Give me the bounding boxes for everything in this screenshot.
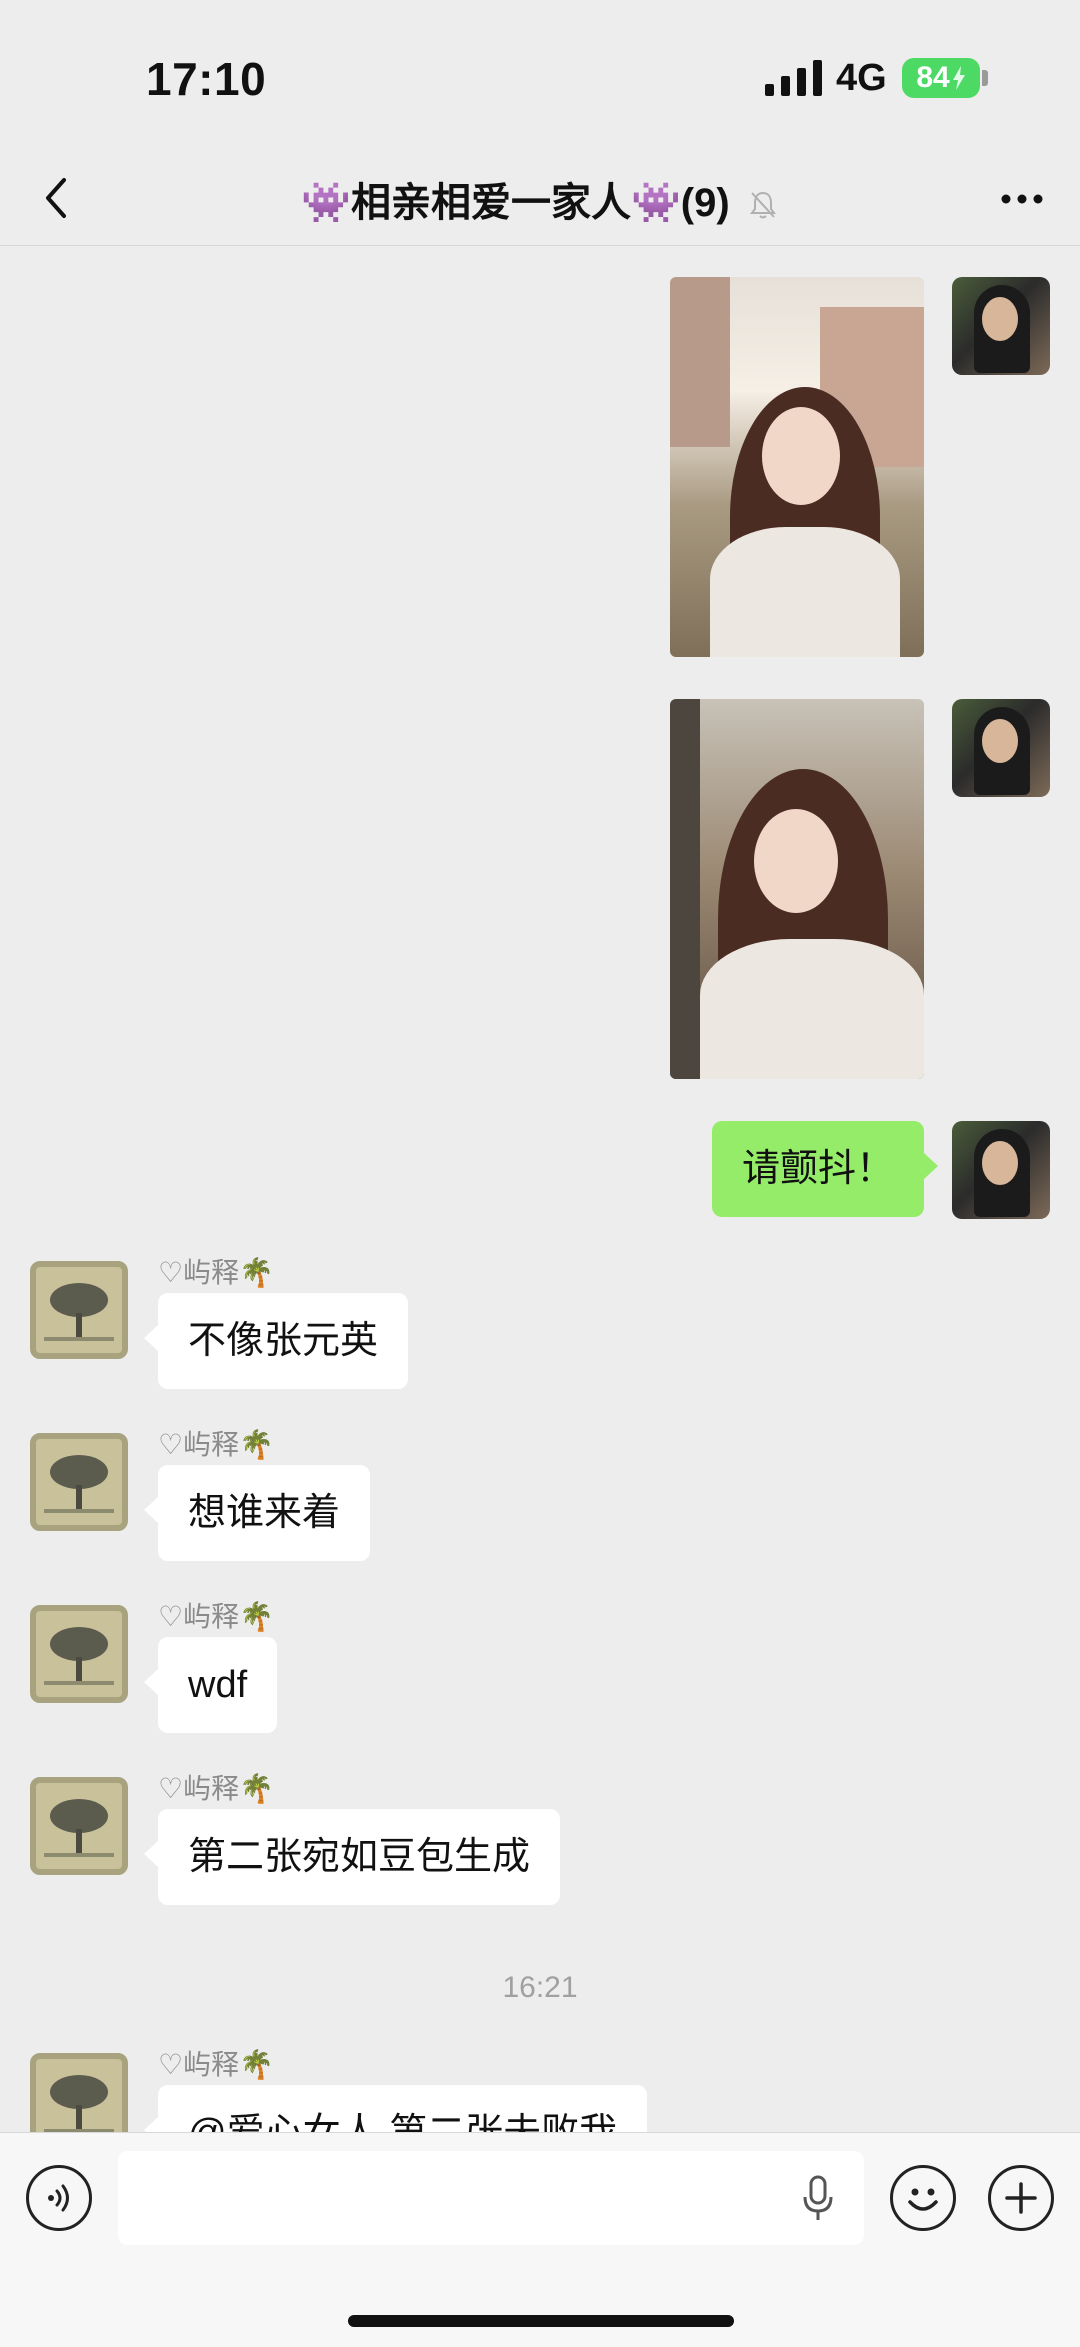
avatar[interactable] (952, 277, 1050, 375)
message-text: 想谁来着 (188, 1492, 341, 1534)
chat-title: 👾相亲相爱一家人👾(9) (301, 181, 730, 225)
charging-bolt-icon (952, 66, 965, 90)
chat-image[interactable] (670, 699, 924, 1079)
battery-level: 84 (916, 61, 950, 94)
home-indicator[interactable] (348, 2315, 734, 2327)
chat-image[interactable] (670, 277, 924, 657)
emoji-icon[interactable] (890, 2165, 956, 2231)
message-input[interactable] (118, 2151, 864, 2245)
chat-title-wrap: 👾相亲相爱一家人👾(9) (0, 170, 1080, 228)
voice-icon[interactable] (26, 2165, 92, 2231)
avatar[interactable] (30, 1261, 128, 1359)
network-type: 4G (836, 57, 887, 99)
avatar[interactable] (952, 699, 1050, 797)
bell-slash-icon (749, 192, 776, 219)
message-text: 第二张宛如豆包生成 (188, 1836, 531, 1878)
avatar[interactable] (30, 2053, 128, 2132)
message-bubble[interactable]: 请颤抖！ (711, 1121, 939, 1217)
avatar[interactable] (30, 1777, 128, 1875)
signal-icon (765, 60, 822, 96)
chat-messages[interactable]: 请颤抖！ ♡屿释🌴 不像张元英 ♡屿释🌴 想谁来着 ♡屿释🌴 wdf ♡屿释🌴 … (0, 247, 1080, 2132)
sender-name: ♡屿释🌴 (158, 2049, 274, 2080)
status-bar: 17:10 4G 84 (0, 0, 1080, 150)
plus-icon[interactable] (988, 2165, 1054, 2231)
sender-name: ♡屿释🌴 (158, 1429, 274, 1460)
battery-cap (982, 70, 988, 86)
message-bubble[interactable]: 想谁来着 (143, 1465, 371, 1561)
message-text: @爱心女人 第二张未败我 (188, 2112, 617, 2132)
avatar[interactable] (30, 1433, 128, 1531)
ellipsis-icon[interactable] (992, 174, 1052, 224)
message-bubble[interactable]: 不像张元英 (143, 1293, 409, 1389)
message-bubble[interactable]: 第二张宛如豆包生成 (143, 1809, 561, 1905)
microphone-icon[interactable] (800, 2175, 836, 2223)
status-time: 17:10 (146, 53, 267, 105)
message-bubble[interactable]: @爱心女人 第二张未败我 (143, 2085, 648, 2132)
message-text: wdf (188, 1664, 248, 1706)
sender-name: ♡屿释🌴 (158, 1773, 274, 1804)
message-text: 请颤抖！ (741, 1148, 894, 1190)
message-timestamp: 16:21 (502, 1971, 578, 2004)
sender-name: ♡屿释🌴 (158, 1601, 274, 1632)
chat-header: 👾相亲相爱一家人👾(9) (0, 150, 1080, 246)
sender-name: ♡屿释🌴 (158, 1257, 274, 1288)
message-bubble[interactable]: wdf (143, 1637, 278, 1733)
avatar[interactable] (30, 1605, 128, 1703)
message-text: 不像张元英 (188, 1320, 379, 1362)
battery-indicator: 84 (902, 58, 980, 98)
avatar[interactable] (952, 1121, 1050, 1219)
